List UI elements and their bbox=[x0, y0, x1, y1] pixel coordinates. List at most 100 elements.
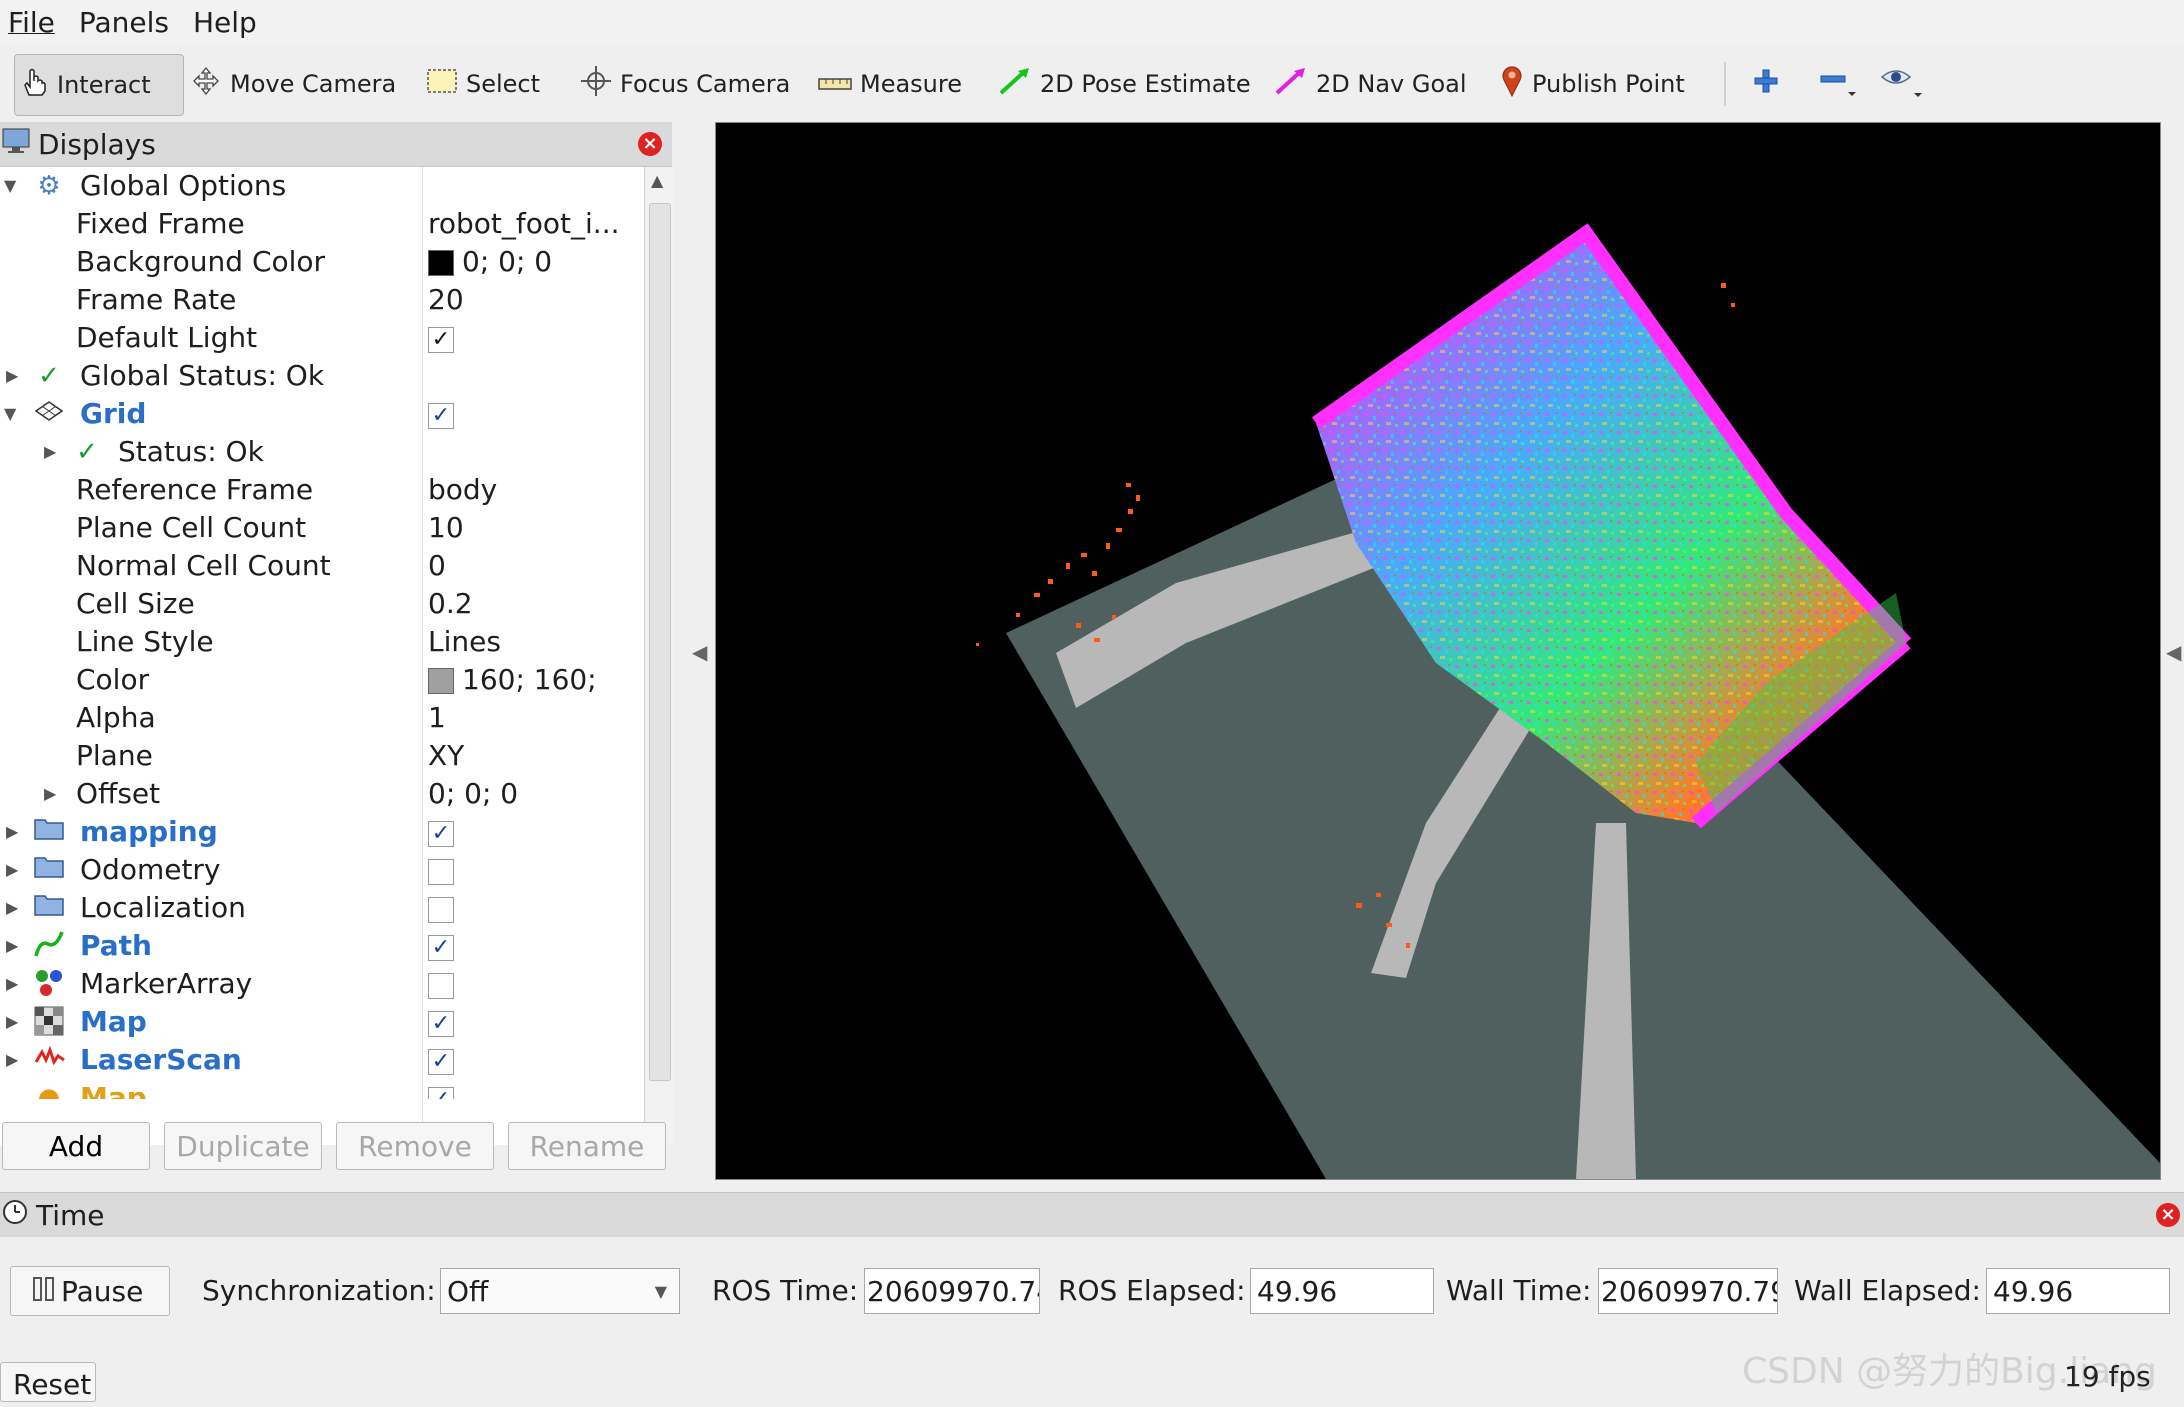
background-color-value[interactable]: 0; 0; 0 bbox=[428, 243, 552, 281]
tree-row-marker-array[interactable]: ▶ MarkerArray bbox=[0, 965, 644, 1003]
panel-visibility-button[interactable] bbox=[1880, 54, 1924, 114]
tree-row-cell-size[interactable]: Cell Size 0.2 bbox=[0, 585, 644, 623]
tree-row-alpha[interactable]: Alpha 1 bbox=[0, 699, 644, 737]
remove-button[interactable]: Remove bbox=[336, 1122, 494, 1170]
odometry-checkbox[interactable] bbox=[428, 859, 454, 885]
localization-label: Localization bbox=[80, 891, 246, 924]
tree-row-grid[interactable]: ▼ Grid ✓ bbox=[0, 395, 644, 433]
wall-time-field[interactable]: 20609970.79 bbox=[1598, 1268, 1778, 1314]
menu-file[interactable]: File bbox=[0, 6, 71, 39]
time-close-icon[interactable]: × bbox=[2156, 1203, 2180, 1227]
pose-estimate-label: 2D Pose Estimate bbox=[1040, 70, 1251, 98]
tree-row-plane-cell-count[interactable]: Plane Cell Count 10 bbox=[0, 509, 644, 547]
tree-row-offset[interactable]: ▶ Offset 0; 0; 0 bbox=[0, 775, 644, 813]
expanded-arrow-icon[interactable]: ▼ bbox=[4, 167, 24, 205]
collapsed-arrow-icon[interactable]: ▶ bbox=[44, 433, 64, 471]
tree-row-global-status[interactable]: ▶ ✓ Global Status: Ok bbox=[0, 357, 644, 395]
tree-row-frame-rate[interactable]: Frame Rate 20 bbox=[0, 281, 644, 319]
plane-cell-count-label: Plane Cell Count bbox=[76, 511, 307, 544]
publish-point-tool[interactable]: Publish Point bbox=[1500, 54, 1685, 114]
select-tool[interactable]: Select bbox=[426, 54, 540, 114]
add-tool-button[interactable] bbox=[1752, 54, 1780, 114]
tree-row-partial[interactable]: ● Map ✓ bbox=[0, 1079, 644, 1099]
collapsed-arrow-icon[interactable]: ▶ bbox=[6, 1041, 26, 1079]
remove-tool-button[interactable] bbox=[1818, 54, 1858, 114]
marker-array-checkbox[interactable] bbox=[428, 973, 454, 999]
collapsed-arrow-icon[interactable]: ▶ bbox=[6, 965, 26, 1003]
collapsed-arrow-icon[interactable]: ▶ bbox=[6, 851, 26, 889]
duplicate-button[interactable]: Duplicate bbox=[164, 1122, 322, 1170]
tree-row-fixed-frame[interactable]: Fixed Frame robot_foot_i... bbox=[0, 205, 644, 243]
marker-array-label: MarkerArray bbox=[80, 967, 253, 1000]
wall-elapsed-field[interactable]: 49.96 bbox=[1986, 1268, 2170, 1314]
collapsed-arrow-icon[interactable]: ▶ bbox=[6, 1003, 26, 1041]
focus-camera-label: Focus Camera bbox=[620, 70, 791, 98]
move-camera-tool[interactable]: Move Camera bbox=[190, 54, 396, 114]
map-checkbox[interactable]: ✓ bbox=[428, 1011, 454, 1037]
interact-tool[interactable]: Interact bbox=[14, 54, 184, 116]
tree-row-odometry[interactable]: ▶ Odometry bbox=[0, 851, 644, 889]
grid-checkbox[interactable]: ✓ bbox=[428, 403, 454, 429]
nav-goal-tool[interactable]: 2D Nav Goal bbox=[1274, 54, 1467, 114]
collapsed-arrow-icon[interactable]: ▶ bbox=[6, 889, 26, 927]
tree-row-localization[interactable]: ▶ Localization bbox=[0, 889, 644, 927]
reference-frame-value[interactable]: body bbox=[428, 471, 497, 509]
tree-row-map[interactable]: ▶ Map ✓ bbox=[0, 1003, 644, 1041]
tree-row-line-style[interactable]: Line Style Lines bbox=[0, 623, 644, 661]
reset-button[interactable]: Reset bbox=[0, 1362, 96, 1402]
color-value[interactable]: 160; 160; bbox=[428, 661, 597, 699]
line-style-value[interactable]: Lines bbox=[428, 623, 501, 661]
rename-button[interactable]: Rename bbox=[508, 1122, 666, 1170]
tree-row-default-light[interactable]: Default Light ✓ bbox=[0, 319, 644, 357]
localization-checkbox[interactable] bbox=[428, 897, 454, 923]
tree-row-status-ok[interactable]: ▶ ✓ Status: Ok bbox=[0, 433, 644, 471]
collapsed-arrow-icon[interactable]: ▶ bbox=[44, 775, 64, 813]
left-splitter-handle[interactable]: ◀ bbox=[692, 640, 707, 664]
frame-rate-value[interactable]: 20 bbox=[428, 281, 464, 319]
expanded-arrow-icon[interactable]: ▼ bbox=[4, 395, 24, 433]
tree-row-plane[interactable]: Plane XY bbox=[0, 737, 644, 775]
scroll-up-arrow-icon[interactable]: ▲ bbox=[651, 171, 663, 190]
default-light-checkbox[interactable]: ✓ bbox=[428, 327, 454, 353]
synchronization-select[interactable]: Off ▼ bbox=[440, 1268, 680, 1314]
collapsed-arrow-icon[interactable]: ▶ bbox=[6, 927, 26, 965]
alpha-value[interactable]: 1 bbox=[428, 699, 446, 737]
tree-row-mapping[interactable]: ▶ mapping ✓ bbox=[0, 813, 644, 851]
partial-row-checkbox[interactable]: ✓ bbox=[428, 1087, 454, 1099]
displays-scrollbar[interactable]: ▲ ▼ bbox=[644, 167, 673, 1145]
ros-time-field[interactable]: 20609970.74 bbox=[864, 1268, 1040, 1314]
fixed-frame-value[interactable]: robot_foot_i... bbox=[428, 205, 620, 243]
scrollbar-thumb[interactable] bbox=[649, 203, 671, 1081]
tree-row-global-options[interactable]: ▼ ⚙ Global Options bbox=[0, 167, 644, 205]
collapsed-arrow-icon[interactable]: ▶ bbox=[6, 813, 26, 851]
tree-row-laser-scan[interactable]: ▶ LaserScan ✓ bbox=[0, 1041, 644, 1079]
tree-row-background-color[interactable]: Background Color 0; 0; 0 bbox=[0, 243, 644, 281]
measure-tool[interactable]: Measure bbox=[818, 54, 962, 114]
normal-cell-count-label: Normal Cell Count bbox=[76, 549, 331, 582]
right-splitter-handle[interactable]: ◀ bbox=[2166, 640, 2181, 664]
displays-close-icon[interactable]: × bbox=[638, 132, 662, 156]
tree-row-path[interactable]: ▶ Path ✓ bbox=[0, 927, 644, 965]
cell-size-value[interactable]: 0.2 bbox=[428, 585, 473, 623]
mapping-checkbox[interactable]: ✓ bbox=[428, 821, 454, 847]
displays-title: Displays bbox=[38, 127, 156, 161]
offset-value[interactable]: 0; 0; 0 bbox=[428, 775, 518, 813]
ros-elapsed-field[interactable]: 49.96 bbox=[1250, 1268, 1434, 1314]
pose-estimate-tool[interactable]: 2D Pose Estimate bbox=[998, 54, 1251, 114]
normal-cell-count-value[interactable]: 0 bbox=[428, 547, 446, 585]
plane-value[interactable]: XY bbox=[428, 737, 464, 775]
collapsed-arrow-icon[interactable]: ▶ bbox=[6, 357, 26, 395]
menu-help[interactable]: Help bbox=[185, 6, 273, 39]
tree-row-reference-frame[interactable]: Reference Frame body bbox=[0, 471, 644, 509]
pause-button[interactable]: Pause bbox=[10, 1266, 170, 1316]
menu-panels[interactable]: Panels bbox=[71, 6, 185, 39]
plane-cell-count-value[interactable]: 10 bbox=[428, 509, 464, 547]
tree-row-normal-cell-count[interactable]: Normal Cell Count 0 bbox=[0, 547, 644, 585]
render-viewport[interactable] bbox=[715, 122, 2161, 1180]
laser-scan-checkbox[interactable]: ✓ bbox=[428, 1049, 454, 1075]
add-button[interactable]: Add bbox=[2, 1122, 150, 1170]
tree-row-color[interactable]: Color 160; 160; bbox=[0, 661, 644, 699]
path-checkbox[interactable]: ✓ bbox=[428, 935, 454, 961]
laser-scan-icon bbox=[34, 1044, 65, 1076]
focus-camera-tool[interactable]: Focus Camera bbox=[580, 54, 790, 114]
